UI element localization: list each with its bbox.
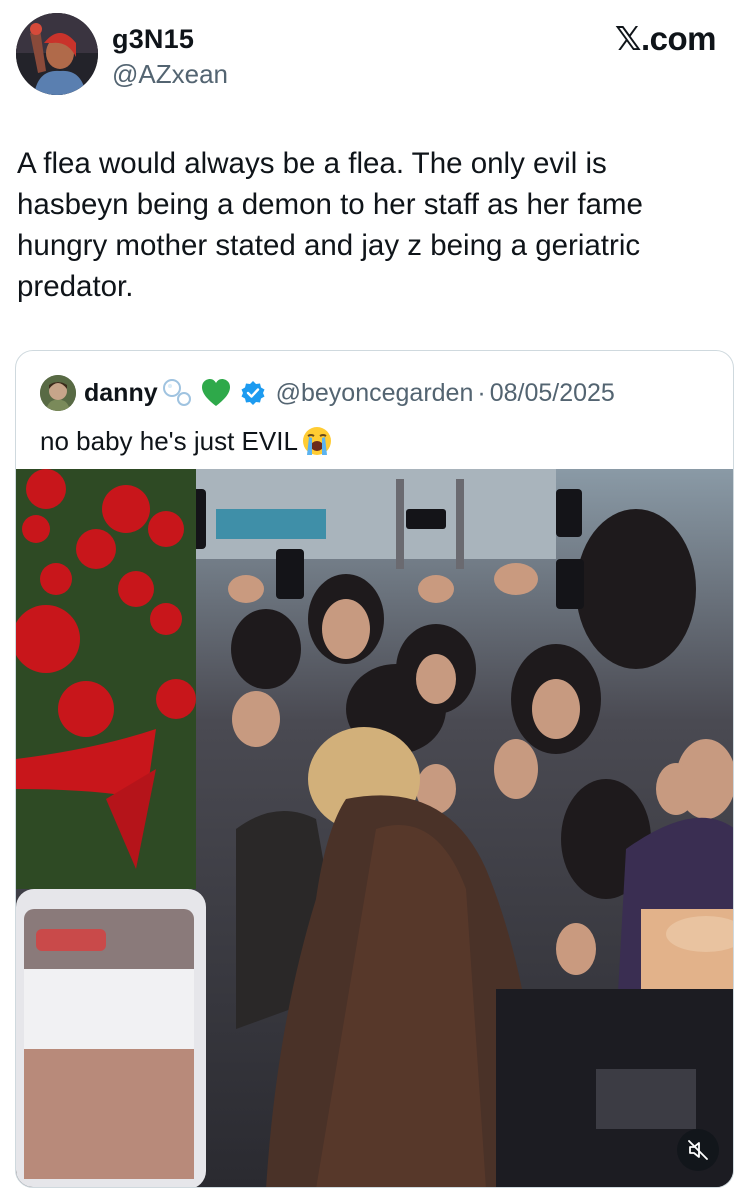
avatar-icon xyxy=(40,375,76,411)
quoted-tweet-card[interactable]: danny @beyoncegarden · 08/05/2025 no bab… xyxy=(15,350,734,1188)
muted-speaker-icon xyxy=(688,1140,708,1160)
tweet-body: A flea would always be a flea. The only … xyxy=(17,147,643,303)
quoted-tweet-video[interactable] xyxy=(16,469,733,1187)
video-frame-image xyxy=(16,469,733,1187)
quoted-tweet-text-row: no baby he's just EVIL xyxy=(40,425,333,457)
separator-dot: · xyxy=(477,378,486,407)
profile-photo-icon xyxy=(16,13,98,95)
green-heart-emoji-icon xyxy=(201,379,230,406)
bubbles-emoji-icon xyxy=(162,379,191,406)
author-avatar[interactable] xyxy=(16,13,98,95)
quoted-author-handle[interactable]: @beyoncegarden xyxy=(276,379,474,408)
quoted-tweet-date[interactable]: 08/05/2025 xyxy=(490,379,615,408)
quoted-tweet-header: danny @beyoncegarden · 08/05/2025 xyxy=(40,373,615,413)
x-com-logo: 𝕏.com xyxy=(614,20,717,57)
quoted-author-name[interactable]: danny xyxy=(84,379,158,408)
mute-toggle-button[interactable] xyxy=(677,1129,719,1171)
quoted-tweet-text: no baby he's just EVIL xyxy=(40,425,298,456)
quoted-author-avatar[interactable] xyxy=(40,375,76,411)
verified-badge-icon xyxy=(241,381,265,405)
tweet-header: g3N15 @AZxean 𝕏.com xyxy=(0,0,749,110)
author-display-name[interactable]: g3N15 xyxy=(112,24,194,55)
author-handle[interactable]: @AZxean xyxy=(112,59,228,90)
loudly-crying-face-emoji-icon xyxy=(302,427,331,455)
